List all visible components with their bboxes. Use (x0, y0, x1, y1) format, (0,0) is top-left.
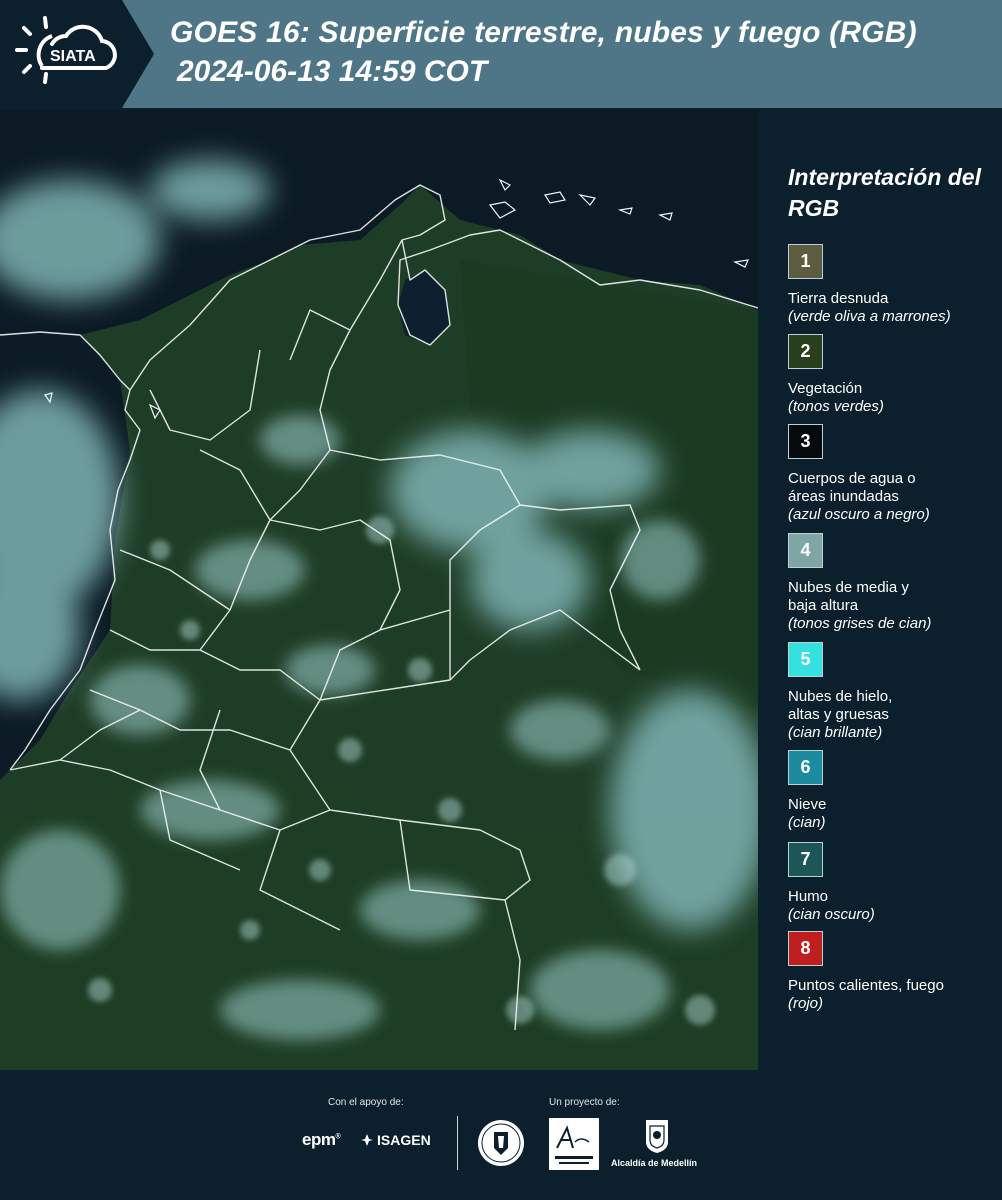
epm-logo: epm® (302, 1130, 341, 1149)
footer-divider (457, 1116, 458, 1170)
page-datetime: 2024-06-13 14:59 COT (177, 55, 488, 88)
legend-swatch: 3 (788, 424, 823, 459)
university-seal-icon (478, 1120, 524, 1166)
legend-item-water: 3 Cuerpos de agua o áreas inundadas (azu… (788, 424, 998, 524)
satellite-map (0, 110, 758, 1070)
epm-logo-text: epm (302, 1130, 336, 1149)
legend-item-vegetation: 2 Vegetación (tonos verdes) (788, 334, 998, 416)
legend-item-desc: (cian brillante) (788, 724, 883, 741)
legend-item-bare-ground: 1 Tierra desnuda (verde oliva a marrones… (788, 244, 998, 326)
legend-item-desc: (tonos grises de cian) (788, 615, 932, 632)
alcaldia-shield-icon (646, 1120, 668, 1153)
legend-swatch: 6 (788, 750, 823, 785)
isagen-mark-icon (361, 1134, 373, 1146)
legend-item-name: Tierra desnuda (788, 290, 889, 307)
footer: Con el apoyo de: Un proyecto de: epm® IS… (0, 1070, 1002, 1200)
legend-item-desc: (azul oscuro a negro) (788, 506, 930, 523)
legend-item-name: Nieve (788, 796, 827, 813)
isagen-logo: ISAGEN (360, 1132, 431, 1148)
legend-item-smoke: 7 Humo (cian oscuro) (788, 842, 998, 924)
legend-item-name: Vegetación (788, 380, 863, 397)
legend-swatch: 2 (788, 334, 823, 369)
legend-item-snow: 6 Nieve (cian) (788, 750, 998, 832)
legend-title: Interpretación del RGB (788, 164, 981, 221)
logo-text: SIATA (50, 48, 96, 65)
legend-item-name: Puntos calientes, fuego (788, 977, 944, 994)
satellite-rgb-map (0, 110, 758, 1070)
header: SIATA GOES 16: Superficie terrestre, nub… (0, 0, 1002, 108)
legend-swatch: 4 (788, 533, 823, 568)
alcaldia-text: Alcaldía de Medellín (611, 1158, 698, 1168)
legend-swatch: 8 (788, 931, 823, 966)
legend-item-desc: (rojo) (788, 995, 824, 1012)
page-title: GOES 16: Superficie terrestre, nubes y f… (170, 16, 917, 49)
legend-item-low-clouds: 4 Nubes de media y baja altura (tonos gr… (788, 533, 998, 633)
project-label: Un proyecto de: (549, 1097, 620, 1108)
legend-item-fire: 8 Puntos calientes, fuego (rojo) (788, 931, 998, 1013)
legend-item-desc: (verde oliva a marrones) (788, 308, 951, 325)
legend-swatch: 1 (788, 244, 823, 279)
legend-item-desc: (tonos verdes) (788, 398, 884, 415)
isagen-logo-text: ISAGEN (377, 1132, 431, 1148)
legend-item-name: Cuerpos de agua o áreas inundadas (788, 470, 916, 505)
legend-item-name: Humo (788, 888, 829, 905)
legend-item-ice-clouds: 5 Nubes de hielo, altas y gruesas (cian … (788, 642, 998, 742)
legend-item-name: Nubes de hielo, altas y gruesas (788, 688, 893, 723)
legend-item-name: Nubes de media y baja altura (788, 579, 909, 614)
legend-swatch: 5 (788, 642, 823, 677)
legend-item-desc: (cian) (788, 814, 826, 831)
siata-logo-icon: SIATA (15, 16, 117, 84)
legend-swatch: 7 (788, 842, 823, 877)
legend-item-desc: (cian oscuro) (788, 906, 875, 923)
support-label: Con el apoyo de: (328, 1097, 404, 1108)
legend-panel: Interpretación del RGB 1 Tierra desnuda … (760, 110, 1002, 1070)
area-metropolitana-logo-icon (549, 1118, 599, 1170)
